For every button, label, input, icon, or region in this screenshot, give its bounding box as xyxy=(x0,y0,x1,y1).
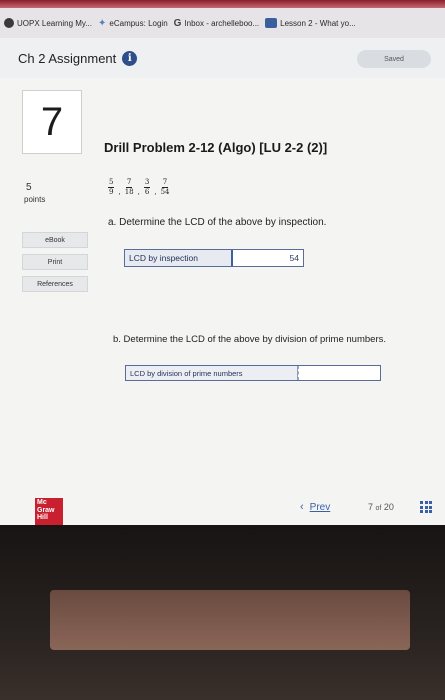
grid-icon[interactable] xyxy=(420,501,432,513)
saved-status-button[interactable]: Saved xyxy=(357,50,431,68)
references-button[interactable]: References xyxy=(22,276,88,292)
logo-line: Graw xyxy=(37,506,55,514)
assignment-title: Ch 2 Assignment xyxy=(18,50,117,66)
separator: , xyxy=(154,188,157,196)
ebook-button[interactable]: eBook xyxy=(22,232,88,248)
numerator: 7 xyxy=(161,178,169,188)
points-value: 5 xyxy=(26,182,32,193)
browser-top-strip xyxy=(0,0,445,8)
question-number: 7 xyxy=(22,90,82,154)
points-label: points xyxy=(24,195,46,204)
desk-surface xyxy=(50,590,410,650)
bookmark-label: eCampus: Login xyxy=(109,18,168,28)
fraction: 3 6 xyxy=(143,178,151,197)
fraction: 7 18 xyxy=(125,178,134,197)
part-a-prompt: a. Determine the LCD of the above by ins… xyxy=(108,217,327,228)
fraction: 7 54 xyxy=(161,178,170,197)
numerator: 3 xyxy=(143,178,151,188)
page-total: 20 xyxy=(383,502,394,512)
denominator: 54 xyxy=(160,188,170,196)
prev-label: Prev xyxy=(309,501,331,513)
page-current: 7 xyxy=(368,502,374,512)
lesson-icon xyxy=(265,18,278,28)
problem-title: Drill Problem 2-12 (Algo) [LU 2-2 (2)] xyxy=(104,140,328,155)
logo-line: Hill xyxy=(37,514,48,521)
g-letter-icon: G xyxy=(173,17,182,29)
bookmark-inbox[interactable]: G Inbox - archelleboo... xyxy=(174,18,260,29)
prev-button[interactable]: ‹ Prev xyxy=(300,501,330,513)
bookmark-lesson[interactable]: Lesson 2 - What yo... xyxy=(265,18,356,28)
separator: , xyxy=(118,188,121,196)
bookmark-label: UOPX Learning My... xyxy=(17,18,92,28)
answer-b-row: LCD by division of prime numbers xyxy=(125,365,381,381)
question-panel: 7 Drill Problem 2-12 (Algo) [LU 2-2 (2)]… xyxy=(0,78,445,528)
chevron-left-icon: ‹ xyxy=(300,501,304,513)
page-counter[interactable]: 7 of 20 xyxy=(368,502,394,512)
bookmark-uopx[interactable]: UOPX Learning My... xyxy=(4,18,92,28)
answer-a-input[interactable]: 54 xyxy=(233,253,303,263)
bookmark-ecampus[interactable]: ✦ eCampus: Login xyxy=(98,18,168,29)
answer-a-row: LCD by inspection 54 xyxy=(124,249,304,267)
fraction-list: 5 9 , 7 18 , 3 6 , 7 54 xyxy=(108,178,169,197)
denominator: 18 xyxy=(124,188,134,196)
answer-b-input[interactable] xyxy=(298,366,380,380)
denominator: 6 xyxy=(144,188,150,196)
denominator: 9 xyxy=(109,188,114,196)
logo-line: Mc xyxy=(37,499,47,506)
bookmark-label: Inbox - archelleboo... xyxy=(184,18,260,28)
numerator: 5 xyxy=(108,178,115,188)
answer-b-label: LCD by division of prime numbers xyxy=(126,366,298,380)
part-b-prompt: b. Determine the LCD of the above by div… xyxy=(113,334,386,345)
separator: , xyxy=(137,188,140,196)
info-icon[interactable]: i xyxy=(122,50,138,66)
page-of: of xyxy=(375,505,382,512)
answer-a-label: LCD by inspection xyxy=(125,250,233,266)
numerator: 7 xyxy=(125,178,133,188)
dark-circle-icon xyxy=(4,18,14,28)
mcgraw-hill-logo: Mc Graw Hill xyxy=(35,498,63,528)
bookmarks-bar: UOPX Learning My... ✦ eCampus: Login G I… xyxy=(0,8,445,38)
print-button[interactable]: Print xyxy=(22,254,88,270)
bookmark-label: Lesson 2 - What yo... xyxy=(280,18,356,28)
swoosh-icon: ✦ xyxy=(98,17,107,29)
fraction: 5 9 xyxy=(108,178,115,197)
